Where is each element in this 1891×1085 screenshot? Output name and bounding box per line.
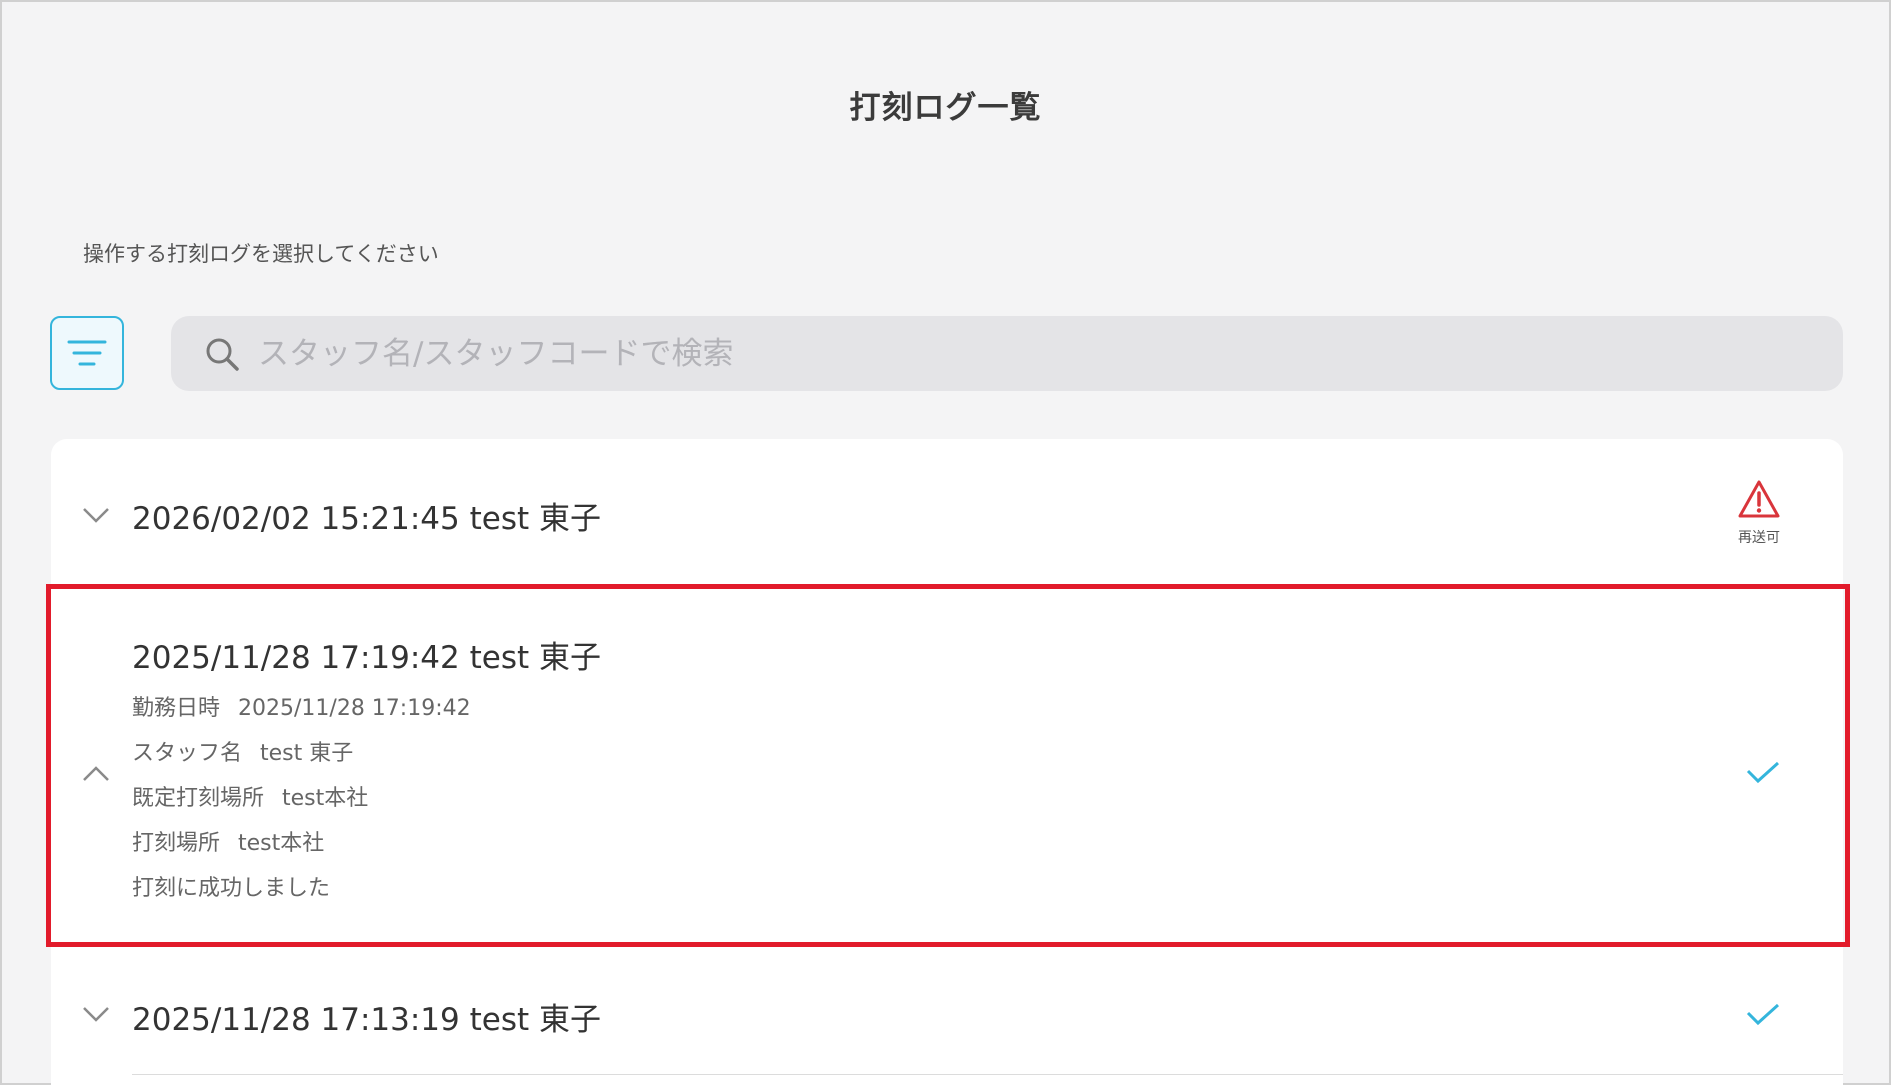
chevron-down-icon[interactable] <box>81 505 111 525</box>
selection-highlight <box>46 584 1850 947</box>
log-title: 2026/02/02 15:21:45 test 東子 <box>132 501 601 537</box>
divider <box>132 1074 1843 1075</box>
warning-icon <box>1738 480 1780 518</box>
search-bar[interactable] <box>171 316 1843 391</box>
status-success <box>1745 1001 1781 1027</box>
log-row[interactable]: 2026/02/02 15:21:45 test 東子 再送可 <box>51 439 1843 579</box>
instruction-text: 操作する打刻ログを選択してください <box>83 242 439 266</box>
status-label: 再送可 <box>1738 530 1780 546</box>
log-title: 2025/11/28 17:13:19 test 東子 <box>132 1002 601 1038</box>
filter-icon <box>67 340 107 366</box>
check-icon <box>1746 1003 1780 1026</box>
search-input[interactable] <box>258 335 1758 372</box>
chevron-down-icon[interactable] <box>81 1004 111 1024</box>
search-icon <box>204 336 240 372</box>
filter-button[interactable] <box>50 316 124 390</box>
status-warning: 再送可 <box>1737 479 1781 547</box>
page-title: 打刻ログ一覧 <box>849 90 1042 126</box>
log-row[interactable]: 2025/11/28 17:13:19 test 東子 <box>51 944 1843 1085</box>
